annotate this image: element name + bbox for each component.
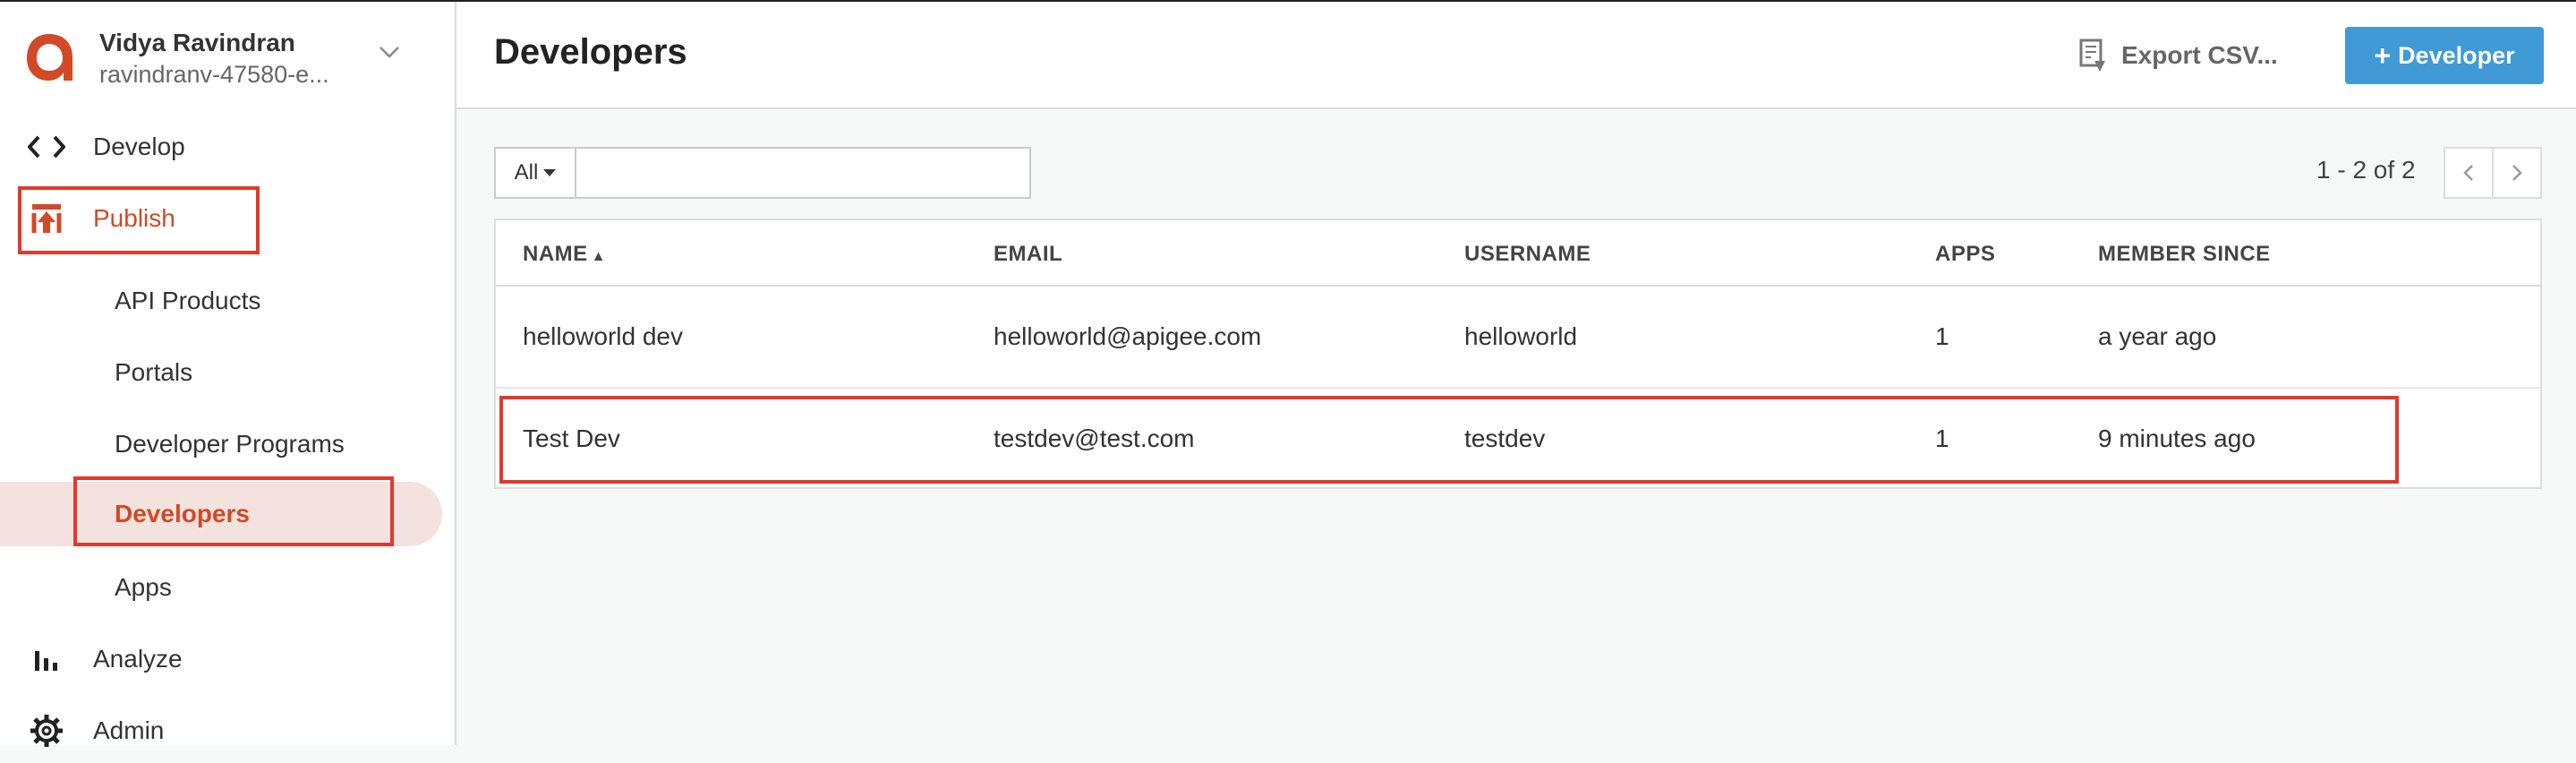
developers-table: NAME ▲ EMAIL USERNAME APPS MEMBER SINCE h… [494,219,2542,489]
nav-admin-label: Admin [93,716,165,744]
cell-member-since: 9 minutes ago [2098,424,2256,452]
cell-email: testdev@test.com [994,424,1195,452]
gear-icon [27,711,66,750]
nav-develop-label: Develop [93,133,185,160]
export-csv-label: Export CSV... [2121,41,2278,69]
nav-sub-developers[interactable]: Developers [0,482,442,546]
publish-icon [27,199,66,238]
export-csv-button[interactable]: Export CSV... [2078,34,2278,77]
nav-sub-apps[interactable]: Apps [0,555,453,620]
table-row[interactable]: Test Dev testdev@test.com testdev 1 9 mi… [496,387,2540,489]
chevron-right-icon [2512,165,2522,181]
nav-sub-portals[interactable]: Portals [0,340,453,405]
sidebar: Vidya Ravindran ravindranv-47580-e... De… [0,2,456,747]
column-header-username[interactable]: USERNAME [1464,242,1591,267]
cell-apps: 1 [1935,322,1949,350]
cell-member-since: a year ago [2098,322,2217,350]
cell-username: testdev [1464,424,1546,452]
nav-sub-label: Developers [115,500,250,527]
nav-sub-label: Portals [115,358,193,386]
caret-down-icon [543,169,557,176]
column-header-label: NAME [523,242,588,266]
nav-sub-api-products[interactable]: API Products [0,269,453,333]
nav-sub-developer-programs[interactable]: Developer Programs [0,412,453,476]
nav-analyze[interactable]: Analyze [0,627,453,691]
add-developer-button[interactable]: + Developer [2345,27,2544,84]
add-developer-label: Developer [2398,41,2515,69]
column-header-name[interactable]: NAME ▲ [523,242,606,267]
nav-develop[interactable]: Develop [0,115,453,179]
user-name: Vidya Ravindran [99,29,295,56]
filter-select[interactable]: All [494,147,576,199]
cell-username: helloworld [1464,322,1578,350]
code-icon [27,127,66,167]
cell-name: helloworld dev [523,322,683,350]
nav-admin[interactable]: Admin [0,699,453,763]
prev-page-button[interactable] [2444,147,2494,199]
chevron-left-icon [2463,165,2473,181]
nav-publish[interactable]: Publish [0,186,453,251]
column-header-email[interactable]: EMAIL [994,242,1062,267]
nav-sub-label: Developer Programs [115,430,345,458]
plus-icon: + [2374,39,2392,72]
cell-email: helloworld@apigee.com [994,322,1262,350]
sort-ascending-icon: ▲ [591,249,607,264]
table-header: NAME ▲ EMAIL USERNAME APPS MEMBER SINCE [496,220,2540,287]
export-csv-icon [2079,39,2105,72]
nav-sub-label: Apps [115,573,172,601]
filter-select-value: All [514,160,539,184]
page-title: Developers [494,32,687,72]
user-org: ravindranv-47580-e... [99,61,329,88]
table-row[interactable]: helloworld dev helloworld@apigee.com hel… [496,287,2540,387]
bar-chart-icon [27,639,66,679]
pagination-text: 1 - 2 of 2 [2316,156,2416,184]
column-header-member-since[interactable]: MEMBER SINCE [2098,242,2271,267]
apigee-logo-icon [27,34,73,81]
chevron-down-icon[interactable] [378,43,401,61]
nav-analyze-label: Analyze [93,645,183,673]
nav-sub-label: API Products [115,287,261,314]
next-page-button[interactable] [2492,147,2542,199]
column-header-apps[interactable]: APPS [1935,242,1995,267]
cell-name: Test Dev [523,424,620,452]
cell-apps: 1 [1935,424,1949,452]
search-input[interactable] [576,147,1031,199]
nav-publish-label: Publish [93,204,175,232]
page-header: Developers Export CSV... + Developer [456,2,2576,109]
